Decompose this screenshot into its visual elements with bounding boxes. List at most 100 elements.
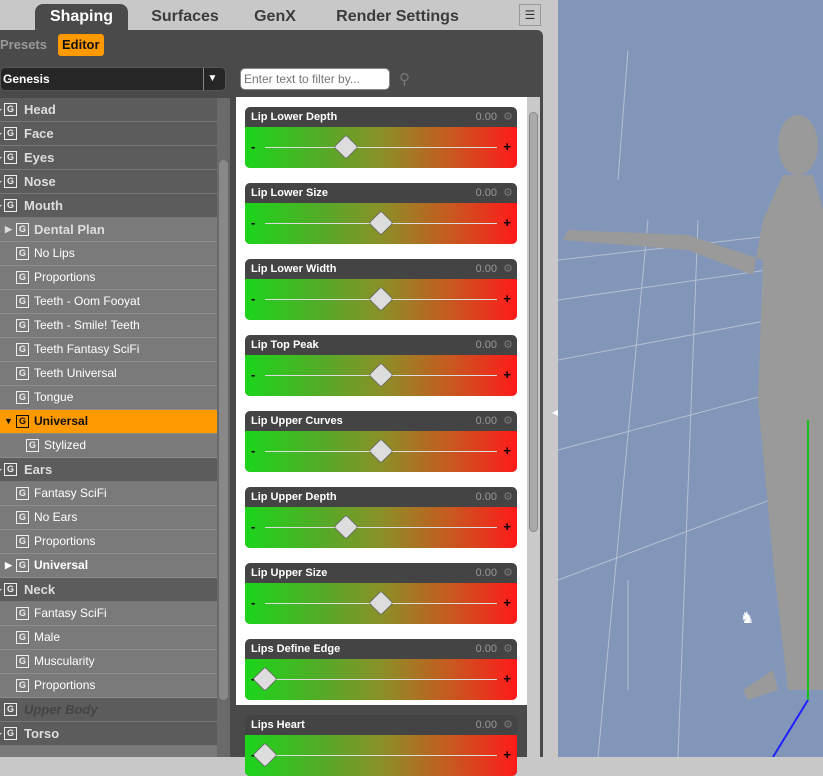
tree-item[interactable]: G Fantasy SciFi [0, 482, 217, 506]
tree-item[interactable]: ▸GNose [0, 170, 217, 194]
slider-track[interactable]: -+ [245, 507, 517, 548]
tree-item-label: Mouth [24, 198, 63, 213]
slider-label: Lip Lower Size [251, 187, 329, 199]
tree-item[interactable]: G Teeth Fantasy SciFi [0, 338, 217, 362]
slider-thumb[interactable] [252, 666, 278, 692]
slider-value[interactable]: 0.00 [476, 411, 497, 431]
tree-item[interactable]: G Proportions [0, 530, 217, 554]
gear-icon[interactable]: ⚙ [503, 335, 513, 355]
tree-item-label: No Lips [34, 246, 75, 260]
tree-item[interactable]: G Proportions [0, 674, 217, 698]
filter-input[interactable] [240, 68, 390, 90]
tree-item[interactable]: G Teeth - Smile! Teeth [0, 314, 217, 338]
slider-value[interactable]: 0.00 [476, 487, 497, 507]
group-icon: G [16, 271, 29, 284]
slider-track[interactable]: -+ [245, 659, 517, 700]
gear-icon[interactable]: ⚙ [503, 487, 513, 507]
tree-item[interactable]: G Teeth - Oom Fooyat [0, 290, 217, 314]
tree-item[interactable]: G Upper Body [0, 698, 217, 722]
tree-item[interactable]: ▶ G Universal [0, 554, 217, 578]
tree-item-label: Fantasy SciFi [34, 606, 107, 620]
tree-item[interactable]: ▸GEyes [0, 146, 217, 170]
subtab-presets[interactable]: Presets [0, 34, 51, 56]
tree-item[interactable]: G Teeth Universal [0, 362, 217, 386]
plus-icon: + [503, 367, 511, 382]
gear-icon[interactable]: ⚙ [503, 107, 513, 127]
tree-item[interactable]: ▸GHead [0, 98, 217, 122]
search-icon[interactable]: ⚲ [399, 70, 410, 88]
slider-value[interactable]: 0.00 [476, 107, 497, 127]
minus-icon: - [251, 215, 256, 230]
subtab-editor[interactable]: Editor [58, 34, 104, 56]
slider-thumb[interactable] [368, 438, 394, 464]
panel-menu-icon[interactable]: ☰ [519, 4, 541, 26]
slider-thumb[interactable] [368, 210, 394, 236]
slider-value[interactable]: 0.00 [476, 639, 497, 659]
slider-label: Lip Lower Depth [251, 111, 338, 123]
figure-pose-icon[interactable]: ♞ [740, 608, 754, 628]
tree-item[interactable]: G Male [0, 626, 217, 650]
tree-item[interactable]: ▶ G Dental Plan [0, 218, 217, 242]
viewport-3d[interactable]: ♞ [558, 0, 823, 757]
gear-icon[interactable]: ⚙ [503, 183, 513, 203]
slider-track[interactable]: -+ [245, 355, 517, 396]
tree-item[interactable]: ▼ G Universal [0, 410, 217, 434]
slider-track[interactable]: -+ [245, 203, 517, 244]
tab-render-settings[interactable]: Render Settings [325, 4, 470, 32]
slider-value[interactable]: 0.00 [476, 335, 497, 355]
tree-item[interactable]: G No Lips [0, 242, 217, 266]
tab-shaping[interactable]: Shaping [35, 4, 128, 32]
tree-item-label: Universal [34, 414, 89, 428]
group-icon: G [16, 223, 29, 236]
slider-thumb[interactable] [368, 362, 394, 388]
tree-item[interactable]: ▸GMouth [0, 194, 217, 218]
slider-thumb[interactable] [333, 134, 359, 160]
group-icon: G [16, 655, 29, 668]
slider-value[interactable]: 0.00 [476, 715, 497, 735]
tree-item[interactable]: ▸GNeck [0, 578, 217, 602]
tree-item-label: Proportions [34, 678, 96, 692]
gear-icon[interactable]: ⚙ [503, 715, 513, 735]
group-icon: G [4, 127, 17, 140]
tab-surfaces[interactable]: Surfaces [140, 4, 230, 32]
slider-thumb[interactable] [368, 590, 394, 616]
slider-label: Lips Heart [251, 719, 305, 731]
tree-item-label: Proportions [34, 534, 96, 548]
slider-value[interactable]: 0.00 [476, 183, 497, 203]
slider-track[interactable]: -+ [245, 127, 517, 168]
tree-item-label: Upper Body [24, 702, 98, 717]
tree-item-label: Proportions [34, 270, 96, 284]
tree-item[interactable]: G Fantasy SciFi [0, 602, 217, 626]
slider-value[interactable]: 0.00 [476, 563, 497, 583]
tree-item[interactable]: G Muscularity [0, 650, 217, 674]
tab-genx[interactable]: GenX [245, 4, 305, 32]
tree-item[interactable]: G Proportions [0, 266, 217, 290]
tree-scrollbar[interactable] [217, 98, 230, 757]
slider-thumb[interactable] [368, 286, 394, 312]
slider-track[interactable]: -+ [245, 735, 517, 776]
slider-thumb[interactable] [252, 742, 278, 768]
group-icon: G [16, 607, 29, 620]
tree-item-label: Teeth Universal [34, 366, 117, 380]
gear-icon[interactable]: ⚙ [503, 639, 513, 659]
tree-item[interactable]: G Tongue [0, 386, 217, 410]
slider-label: Lip Upper Depth [251, 491, 337, 503]
slider-value[interactable]: 0.00 [476, 259, 497, 279]
tree-item[interactable]: G Stylized [0, 434, 217, 458]
tree-item[interactable]: ▸GEars [0, 458, 217, 482]
tree-item[interactable]: ▸GFace [0, 122, 217, 146]
gear-icon[interactable]: ⚙ [503, 259, 513, 279]
group-icon: G [16, 367, 29, 380]
tree-item[interactable]: ▸GTorso [0, 722, 217, 746]
gear-icon[interactable]: ⚙ [503, 563, 513, 583]
plus-icon: + [503, 291, 511, 306]
slider-thumb[interactable] [333, 514, 359, 540]
gear-icon[interactable]: ⚙ [503, 411, 513, 431]
tree-item-label: Dental Plan [34, 222, 105, 237]
tree-item[interactable]: G No Ears [0, 506, 217, 530]
slider-track[interactable]: -+ [245, 583, 517, 624]
figure-dropdown[interactable]: Genesis ▼ [0, 67, 226, 91]
slider-track[interactable]: -+ [245, 279, 517, 320]
slider-track[interactable]: -+ [245, 431, 517, 472]
list-scrollbar[interactable] [527, 97, 540, 757]
